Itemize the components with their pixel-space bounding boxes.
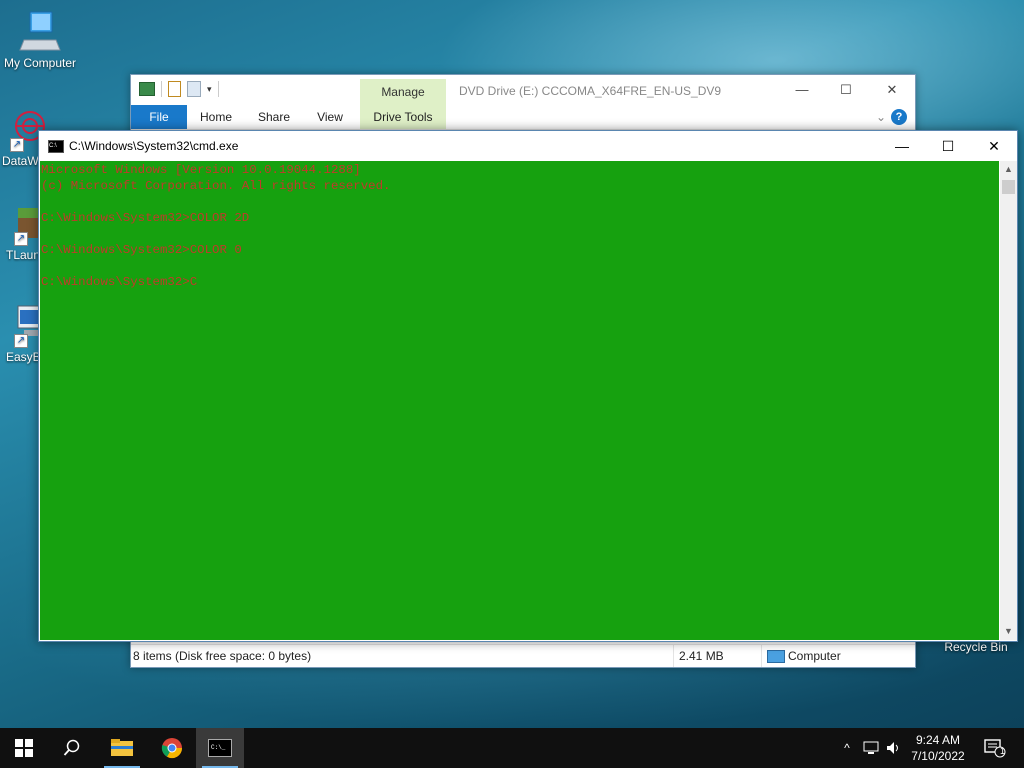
taskbar: C:\_ ^ 9:24 AM 7/10/2022 1 (0, 728, 1024, 768)
desktop-icon-label: DataW (2, 154, 39, 168)
maximize-button[interactable]: ☐ (823, 75, 869, 105)
properties-icon[interactable] (168, 81, 181, 97)
network-icon[interactable] (860, 728, 882, 768)
divider (673, 645, 674, 667)
svg-text:C:\_: C:\_ (211, 744, 226, 751)
tab-drive-tools[interactable]: Drive Tools (360, 105, 446, 129)
console-line: Microsoft Windows [Version 10.0.19044.12… (41, 163, 361, 177)
clock-date: 7/10/2022 (911, 749, 965, 763)
desktop-icon-my-computer[interactable]: My Computer (0, 10, 80, 70)
maximize-button[interactable]: ☐ (925, 131, 971, 161)
shortcut-arrow-icon: ↗ (10, 138, 24, 152)
clock[interactable]: 9:24 AM 7/10/2022 (896, 732, 980, 764)
search-icon (63, 739, 80, 756)
clock-time: 9:24 AM (915, 733, 961, 747)
status-item-count: 8 items (Disk free space: 0 bytes) (133, 649, 312, 663)
cmd-title-bar[interactable]: C:\ C:\Windows\System32\cmd.exe — ☐ ✕ (39, 131, 1017, 161)
status-location: Computer (788, 649, 841, 663)
tab-file[interactable]: File (131, 105, 187, 129)
console-line: C:\Windows\System32>COLOR 2D (41, 211, 250, 225)
scroll-up-icon[interactable]: ▲ (1000, 161, 1017, 178)
ribbon-tabs: File Home Share View Drive Tools ⌄ ? (131, 105, 915, 130)
divider (161, 81, 162, 97)
tab-manage[interactable]: Manage (360, 79, 446, 105)
tab-home[interactable]: Home (193, 105, 239, 129)
ribbon-expand-icon[interactable]: ⌄ (873, 105, 889, 129)
scroll-thumb[interactable] (1002, 180, 1015, 194)
computer-icon (18, 10, 62, 54)
search-button[interactable] (48, 728, 96, 768)
status-size: 2.41 MB (679, 649, 724, 663)
minimize-button[interactable]: — (779, 75, 825, 105)
chevron-down-icon[interactable]: ▾ (207, 84, 212, 95)
cmd-icon: C:\_ (208, 739, 232, 757)
new-folder-icon[interactable] (187, 81, 201, 97)
tab-view[interactable]: View (307, 105, 353, 129)
desktop-icon-label: Recycle Bin (944, 640, 1008, 654)
divider (761, 645, 762, 667)
desktop-icon-dataw[interactable]: ↗ DataW (0, 108, 45, 168)
vertical-scrollbar[interactable]: ▲ ▼ (1000, 161, 1017, 640)
cmd-icon: C:\ (48, 140, 64, 153)
help-icon[interactable]: ? (891, 109, 907, 125)
close-button[interactable]: ✕ (971, 131, 1017, 161)
divider (217, 81, 219, 97)
shortcut-arrow-icon: ↗ (14, 232, 28, 246)
chrome-icon (161, 738, 183, 759)
console-output[interactable]: Microsoft Windows [Version 10.0.19044.12… (40, 161, 999, 640)
desktop-icon-tlaun[interactable]: ↗ TLaun (6, 206, 44, 262)
desktop-icon-label: EasyB (6, 350, 41, 364)
action-center-button[interactable]: 1 (978, 728, 1012, 768)
console-line: (c) Microsoft Corporation. All rights re… (41, 179, 391, 193)
quick-access-toolbar: ▾ (139, 81, 219, 97)
computer-icon (767, 650, 785, 663)
window-title: DVD Drive (E:) CCCOMA_X64FRE_EN-US_DV9 (459, 84, 722, 98)
scroll-down-icon[interactable]: ▼ (1000, 623, 1017, 640)
minimize-button[interactable]: — (879, 131, 925, 161)
show-hidden-icons-button[interactable]: ^ (838, 728, 856, 768)
cmd-window[interactable]: C:\ C:\Windows\System32\cmd.exe — ☐ ✕ Mi… (38, 130, 1018, 642)
taskbar-chrome[interactable] (148, 728, 196, 768)
desktop-icon-label: My Computer (3, 56, 77, 70)
desktop-icon-easyb[interactable]: ↗ EasyB (6, 304, 45, 364)
drive-icon (139, 82, 155, 96)
folder-icon (111, 739, 133, 756)
status-bar: 8 items (Disk free space: 0 bytes) 2.41 … (131, 644, 915, 667)
taskbar-cmd[interactable]: C:\_ (196, 728, 244, 768)
console-line: C:\Windows\System32>C (41, 275, 198, 289)
explorer-title-bar[interactable]: ▾ Manage DVD Drive (E:) CCCOMA_X64FRE_EN… (131, 75, 915, 105)
windows-logo-icon (15, 739, 33, 757)
window-title: C:\Windows\System32\cmd.exe (69, 139, 239, 153)
close-button[interactable]: ✕ (869, 75, 915, 105)
console-line: C:\Windows\System32>COLOR 0 (41, 243, 242, 257)
start-button[interactable] (0, 728, 48, 768)
taskbar-file-explorer[interactable] (98, 728, 146, 768)
notification-count-badge: 1 (1000, 746, 1006, 756)
desktop-icon-label: TLaun (6, 248, 41, 262)
shortcut-arrow-icon: ↗ (14, 334, 28, 348)
tab-share[interactable]: Share (251, 105, 297, 129)
